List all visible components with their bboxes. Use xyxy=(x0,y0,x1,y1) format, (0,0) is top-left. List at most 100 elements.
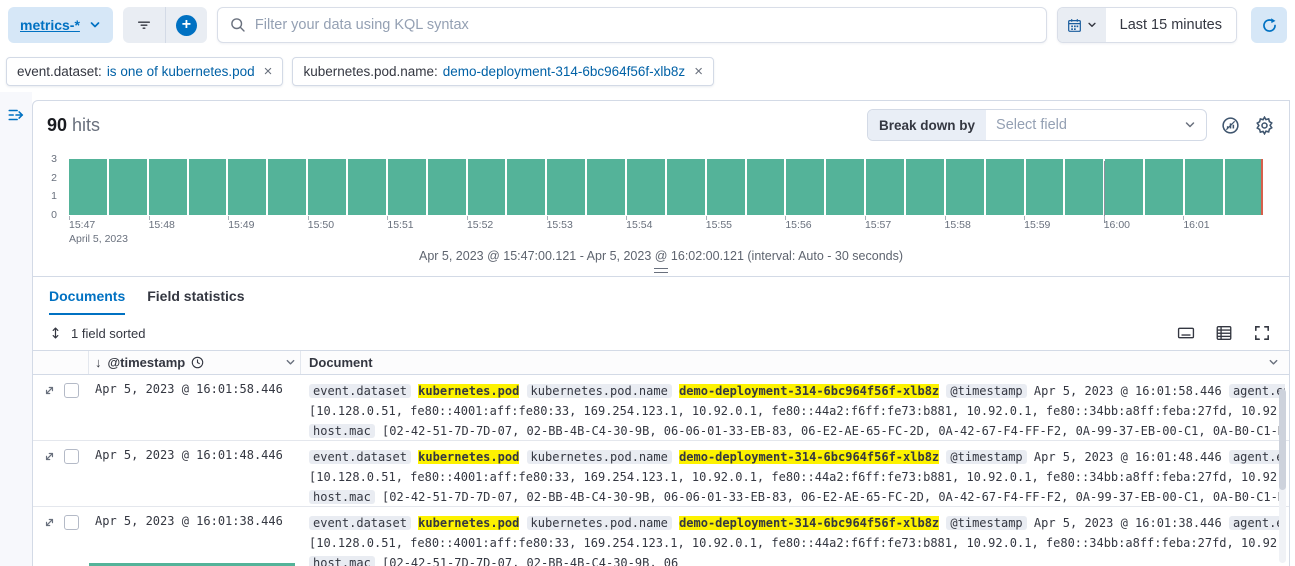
field-name-chip: host.mac xyxy=(309,490,375,504)
histogram-bar[interactable] xyxy=(348,159,386,215)
histogram-bar[interactable] xyxy=(189,159,227,215)
histogram-bar[interactable] xyxy=(149,159,187,215)
display-options-icon[interactable] xyxy=(1213,322,1235,344)
x-axis-date-label: April 5, 2023 xyxy=(69,233,149,247)
y-tick-label: 1 xyxy=(51,190,57,202)
x-tick-label: 15:59 xyxy=(1024,219,1104,247)
histogram-bar[interactable] xyxy=(1105,159,1143,215)
remove-filter-icon[interactable]: × xyxy=(694,64,703,79)
histogram-bar[interactable] xyxy=(428,159,466,215)
keyboard-icon[interactable] xyxy=(1175,322,1197,344)
highlighted-value: kubernetes.pod xyxy=(418,384,519,398)
histogram-bar[interactable] xyxy=(826,159,864,215)
table-row: Apr 5, 2023 @ 16:01:38.446event.dataset … xyxy=(33,507,1289,566)
chevron-down-icon xyxy=(89,19,101,31)
histogram-bar[interactable] xyxy=(388,159,426,215)
histogram-bar[interactable] xyxy=(547,159,585,215)
y-tick-label: 3 xyxy=(51,153,57,165)
date-picker: Last 15 minutes xyxy=(1057,7,1237,43)
field-value: Apr 5, 2023 @ 16:01:38.446 xyxy=(1034,516,1222,530)
histogram-bar[interactable] xyxy=(228,159,266,215)
chart-resize-handle[interactable] xyxy=(654,268,668,273)
plus-icon: + xyxy=(176,15,197,36)
timestamp-cell: Apr 5, 2023 @ 16:01:48.446 xyxy=(89,441,301,506)
add-filter-button[interactable]: + xyxy=(165,7,207,43)
grid-scrollbar[interactable] xyxy=(1279,389,1286,563)
chart-settings-gear-icon[interactable] xyxy=(1253,114,1275,136)
filter-label: event.dataset: xyxy=(17,64,102,79)
histogram-bar[interactable] xyxy=(986,159,1024,215)
histogram-bar[interactable] xyxy=(946,159,984,215)
histogram-bar[interactable] xyxy=(1145,159,1183,215)
histogram-bar[interactable] xyxy=(268,159,306,215)
breakdown-select[interactable]: Select field xyxy=(986,110,1206,140)
filter-value: is one of kubernetes.pod xyxy=(107,64,255,79)
expand-sidebar-icon[interactable] xyxy=(7,106,25,124)
histogram-bar[interactable] xyxy=(109,159,147,215)
grid-rows: Apr 5, 2023 @ 16:01:58.446event.dataset … xyxy=(33,375,1289,566)
field-name-chip: agent.ephe xyxy=(1229,516,1285,530)
histogram-bar[interactable] xyxy=(906,159,944,215)
chevron-down-icon[interactable] xyxy=(285,357,296,368)
histogram-bar[interactable] xyxy=(747,159,785,215)
histogram-bar[interactable] xyxy=(866,159,904,215)
remove-filter-icon[interactable]: × xyxy=(264,64,273,79)
x-tick-label: 15:47April 5, 2023 xyxy=(69,219,149,247)
histogram-bar[interactable] xyxy=(1225,159,1263,215)
refresh-button[interactable] xyxy=(1251,7,1287,43)
filter-lines-icon xyxy=(136,17,152,33)
histogram-bar[interactable] xyxy=(69,159,107,215)
data-view-picker[interactable]: metrics-* xyxy=(8,7,113,43)
date-quick-select-button[interactable] xyxy=(1058,8,1106,42)
table-row: Apr 5, 2023 @ 16:01:48.446event.dataset … xyxy=(33,441,1289,507)
row-checkbox[interactable] xyxy=(64,383,79,398)
x-axis-labels: 15:47April 5, 202315:4815:4915:5015:5115… xyxy=(69,215,1263,247)
tab-field-statistics[interactable]: Field statistics xyxy=(147,288,244,315)
highlighted-value: demo-deployment-314-6bc964f56f-xlb8z xyxy=(679,450,939,464)
breakdown-control: Break down by Select field xyxy=(867,109,1207,141)
chevron-down-icon[interactable] xyxy=(1268,357,1279,368)
document-cell: event.dataset kubernetes.pod kubernetes.… xyxy=(301,507,1289,566)
filter-options-button[interactable] xyxy=(123,7,165,43)
sorted-fields-label: 1 field sorted xyxy=(71,326,145,341)
tab-documents[interactable]: Documents xyxy=(49,288,125,315)
row-checkbox[interactable] xyxy=(64,515,79,530)
timestamp-column-header[interactable]: ↓ @timestamp xyxy=(89,351,301,374)
field-name-chip: host.mac xyxy=(309,556,375,566)
expand-row-icon[interactable] xyxy=(43,450,56,463)
histogram-bar[interactable] xyxy=(627,159,665,215)
search-icon xyxy=(230,17,246,33)
x-tick-label: 16:01 xyxy=(1183,219,1263,247)
field-name-chip: agent.ephe xyxy=(1229,384,1285,398)
grid-control-column-header xyxy=(33,351,89,374)
expand-row-icon[interactable] xyxy=(43,384,56,397)
filter-pill-event-dataset[interactable]: event.dataset: is one of kubernetes.pod … xyxy=(6,57,283,86)
histogram-bar[interactable] xyxy=(667,159,705,215)
filter-label: kubernetes.pod.name: xyxy=(303,64,437,79)
histogram-bars xyxy=(69,159,1263,215)
histogram-bar[interactable] xyxy=(1065,159,1103,215)
filter-pill-bar: event.dataset: is one of kubernetes.pod … xyxy=(0,50,1295,92)
chart-options-icon[interactable] xyxy=(1219,114,1241,136)
table-row: Apr 5, 2023 @ 16:01:58.446event.dataset … xyxy=(33,375,1289,441)
result-tabs: Documents Field statistics xyxy=(33,277,1289,315)
histogram-bar[interactable] xyxy=(507,159,545,215)
current-time-marker xyxy=(1261,159,1264,215)
histogram-bar[interactable] xyxy=(1185,159,1223,215)
time-range-button[interactable]: Last 15 minutes xyxy=(1106,8,1236,42)
histogram-bar[interactable] xyxy=(587,159,625,215)
histogram-bar[interactable] xyxy=(1026,159,1064,215)
filter-pill-pod-name[interactable]: kubernetes.pod.name: demo-deployment-314… xyxy=(292,57,714,86)
sorted-fields-button[interactable]: 1 field sorted xyxy=(49,326,145,341)
row-checkbox[interactable] xyxy=(64,449,79,464)
histogram-bar[interactable] xyxy=(308,159,346,215)
field-name-chip: @timestamp xyxy=(946,516,1026,530)
document-column-header[interactable]: Document xyxy=(301,355,1289,370)
kql-search-input[interactable]: Filter your data using KQL syntax xyxy=(217,7,1047,43)
expand-row-icon[interactable] xyxy=(43,516,56,529)
histogram-bar[interactable] xyxy=(707,159,745,215)
sidebar-rail xyxy=(0,92,32,566)
fullscreen-icon[interactable] xyxy=(1251,322,1273,344)
histogram-bar[interactable] xyxy=(786,159,824,215)
histogram-bar[interactable] xyxy=(468,159,506,215)
